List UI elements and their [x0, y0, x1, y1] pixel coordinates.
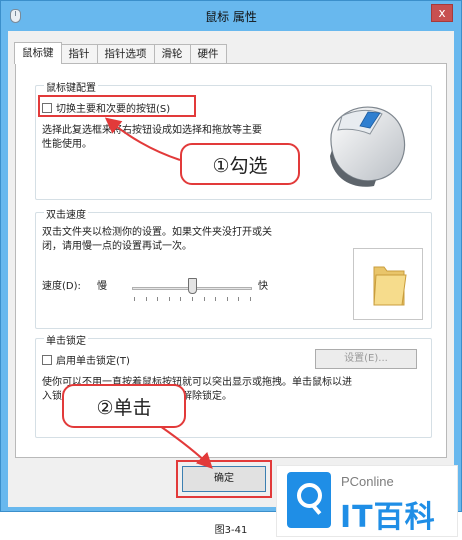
click-lock-settings-button[interactable]: 设置(E)... — [315, 349, 417, 369]
double-click-description: 双击文件夹以检测你的设置。如果文件夹没打开或关 闭，请用慢一点的设置再试一次。 — [42, 226, 272, 254]
click-lock-option[interactable]: 启用单击锁定(T) — [42, 352, 130, 367]
folder-icon[interactable] — [354, 249, 424, 321]
slider-tick — [146, 297, 147, 301]
desc-line: 双击文件夹以检测你的设置。如果文件夹没打开或关 — [42, 227, 272, 238]
desc-line: 选择此复选框来将右按钮设成如选择和拖放等主要 — [42, 125, 262, 136]
slider-tick — [134, 297, 135, 301]
speed-fast-label: 快 — [258, 281, 268, 292]
figure-caption: 图3-41 — [214, 525, 248, 536]
desc-line: 闭，请用慢一点的设置再试一次。 — [42, 241, 192, 252]
step2-callout: ②单击 — [62, 384, 186, 428]
watermark-top-text: PConline — [341, 474, 394, 489]
tab-pointer-options[interactable]: 指针选项 — [96, 44, 155, 64]
highlight-ok-button — [176, 460, 272, 498]
click-lock-label[interactable]: 启用单击锁定(T) — [56, 352, 130, 367]
double-click-title: 双击速度 — [44, 206, 88, 221]
test-folder-area[interactable] — [353, 248, 423, 320]
slider-thumb[interactable] — [188, 278, 197, 294]
tab-pointers[interactable]: 指针 — [60, 44, 98, 64]
highlight-swap-checkbox — [38, 95, 196, 117]
button-config-title: 鼠标键配置 — [44, 79, 98, 94]
search-logo-icon — [287, 472, 331, 528]
slider-tick — [215, 297, 216, 301]
slider-tick — [227, 297, 228, 301]
window-title: 鼠标 属性 — [205, 10, 257, 24]
speed-slow-label: 慢 — [97, 281, 107, 292]
slider-tick — [238, 297, 239, 301]
slider-tick — [204, 297, 205, 301]
slider-tick — [157, 297, 158, 301]
click-lock-checkbox[interactable] — [42, 354, 52, 365]
slider-tick — [180, 297, 181, 301]
tab-wheel[interactable]: 滑轮 — [153, 44, 191, 64]
speed-label: 速度(D): — [42, 281, 81, 292]
title-bar[interactable]: 鼠标 属性 x — [1, 1, 461, 31]
tab-hardware[interactable]: 硬件 — [189, 44, 227, 64]
step1-callout: ①勾选 — [180, 143, 300, 185]
slider-tick — [250, 297, 251, 301]
close-button[interactable]: x — [431, 4, 453, 22]
tab-buttons[interactable]: 鼠标键 — [14, 42, 62, 64]
slider-tick — [169, 297, 170, 301]
slider-tick — [192, 297, 193, 301]
tab-strip: 鼠标键 指针 指针选项 滑轮 硬件 — [14, 42, 227, 64]
close-icon: x — [438, 6, 446, 20]
click-lock-title: 单击锁定 — [44, 332, 88, 347]
mouse-illustration — [330, 106, 406, 187]
